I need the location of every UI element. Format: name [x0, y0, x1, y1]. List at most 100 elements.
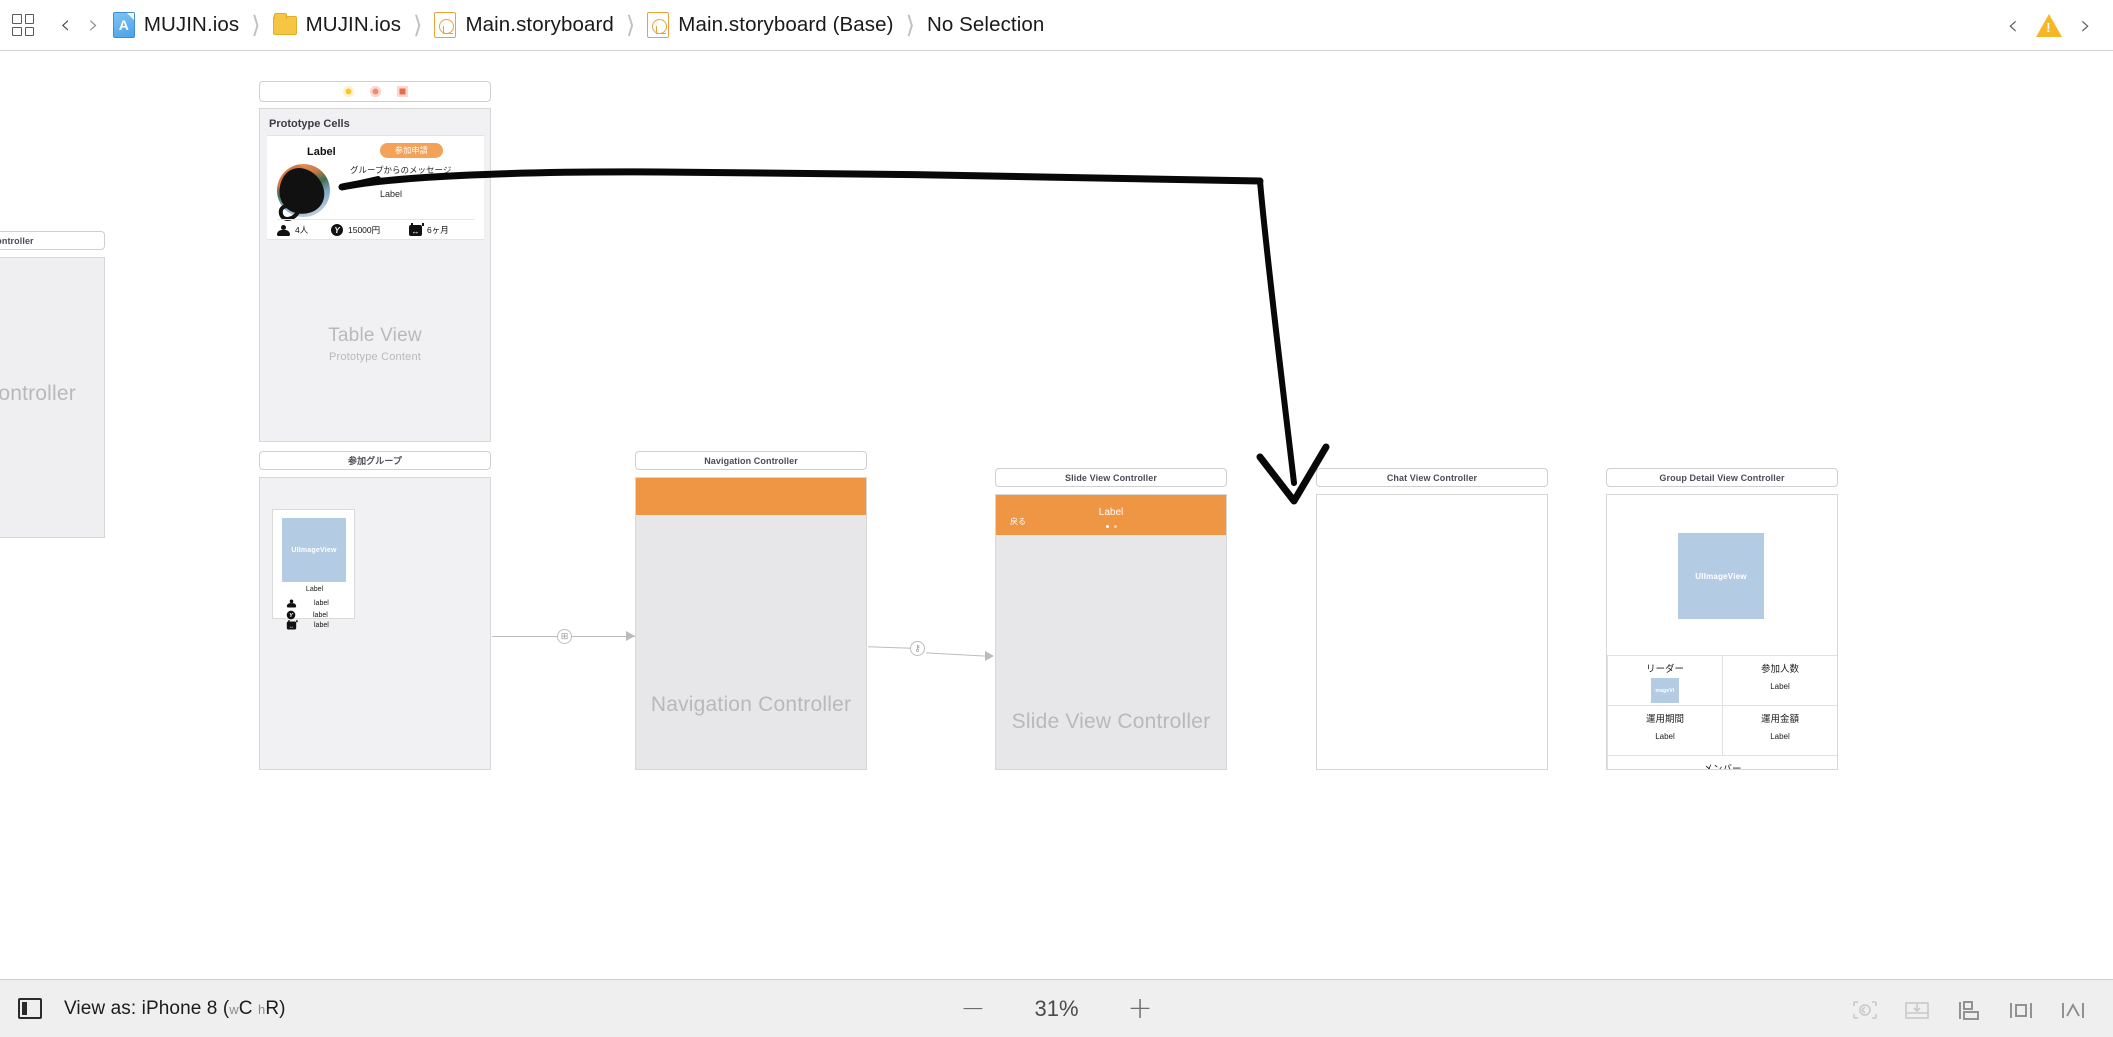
- previous-issue-button[interactable]: ‹: [2007, 12, 2018, 39]
- warning-triangle-icon[interactable]: [2036, 13, 2063, 37]
- navigation-bar: [636, 478, 866, 515]
- scene-prototype-table-view[interactable]: Prototype Cells Label 参加申請 グループからのメッセージ …: [259, 81, 491, 442]
- row-label: label: [314, 622, 329, 629]
- breadcrumb-label: No Selection: [926, 13, 1045, 36]
- people-icon: [286, 599, 297, 608]
- row-label: label: [313, 611, 328, 619]
- prototype-cell[interactable]: Label 参加申請 グループからのメッセージ Label 4人 Y 15000…: [267, 135, 484, 240]
- table-view-ghost-sub: Prototype Content: [328, 351, 422, 363]
- group-message-value: Label: [380, 189, 403, 199]
- detail-head: 参加人数: [1760, 664, 1799, 675]
- scene-body[interactable]: 戻る Label Slide View Controller: [995, 494, 1227, 770]
- duration-icon: [409, 222, 424, 236]
- scene-ghost-label: ew Controller: [0, 382, 76, 405]
- view-controller-dock-icon[interactable]: [342, 86, 354, 97]
- segue-relationship-badge[interactable]: ⚷: [910, 641, 925, 656]
- issue-navigator-controls: ‹ ›: [2007, 12, 2113, 39]
- related-items-icon[interactable]: [12, 14, 34, 36]
- next-issue-button[interactable]: ›: [2080, 12, 2091, 39]
- breadcrumb-item-folder[interactable]: MUJIN.ios: [269, 12, 405, 37]
- segue-show-badge[interactable]: ⊞: [557, 629, 572, 644]
- segue-arrowhead: [985, 651, 994, 661]
- page-control[interactable]: [996, 525, 1226, 528]
- cell-stat-members: 4人: [277, 224, 308, 236]
- scene-body[interactable]: Prototype Cells Label 参加申請 グループからのメッセージ …: [259, 108, 491, 442]
- detail-cell-amount: 運用金額 Label: [1722, 705, 1837, 756]
- scene-body[interactable]: [1316, 494, 1548, 770]
- detail-cell-period: 運用期間 Label: [1607, 705, 1723, 756]
- zoom-in-button[interactable]: +: [1128, 993, 1153, 1024]
- breadcrumb-item-selection[interactable]: No Selection: [923, 13, 1048, 37]
- breadcrumb-separator-icon: ⟩: [413, 11, 423, 39]
- detail-cell-members: メンバー: [1607, 755, 1837, 770]
- scene-chat-view-controller[interactable]: Chat View Controller: [1316, 468, 1548, 770]
- resolve-issues-icon[interactable]: [2059, 999, 2087, 1019]
- scene-title[interactable]: Chat View Controller: [1316, 468, 1548, 487]
- people-icon: [277, 224, 290, 236]
- scene-dock[interactable]: [259, 81, 491, 102]
- breadcrumb-separator-icon: ⟩: [251, 11, 261, 39]
- cell-stat-duration: 6ヶ月: [409, 222, 449, 236]
- embed-in-icon[interactable]: [1903, 999, 1931, 1019]
- scene-body[interactable]: ew Controller: [0, 257, 105, 538]
- exit-dock-icon[interactable]: [396, 86, 408, 97]
- add-constraints-icon[interactable]: [2007, 999, 2035, 1019]
- navigation-bar: 戻る Label: [996, 495, 1226, 535]
- go-forward-button[interactable]: ›: [80, 12, 106, 38]
- scene-body[interactable]: UIImageView リーダー mageVi 参加人数 Label 運用期間 …: [1606, 494, 1838, 770]
- zoom-out-button[interactable]: −: [960, 993, 985, 1024]
- group-cell-row-members: label: [285, 598, 329, 609]
- cell-stat-value: 4人: [295, 225, 309, 235]
- scene-participating-groups[interactable]: 参加グループ UIImageView Label label Y label l…: [259, 451, 491, 770]
- detail-head: 運用金額: [1760, 714, 1799, 725]
- go-back-button[interactable]: ‹: [52, 12, 78, 38]
- xcode-project-icon: [112, 12, 135, 38]
- breadcrumb-label: MUJIN.ios: [143, 13, 240, 36]
- scene-title[interactable]: Group Detail View Controller: [1606, 468, 1838, 487]
- segue-line[interactable]: [926, 652, 986, 657]
- yen-icon: Y: [286, 610, 296, 620]
- zoom-controls: − 31% +: [0, 993, 2113, 1024]
- breadcrumb-item-storyboard[interactable]: Main.storyboard: [430, 12, 617, 38]
- scene-navigation-controller[interactable]: Navigation Controller Navigation Control…: [635, 451, 867, 770]
- folder-icon: [272, 12, 297, 35]
- detail-cell-leader: リーダー mageVi: [1607, 655, 1723, 706]
- join-request-button[interactable]: 参加申請: [380, 143, 443, 158]
- scene-title[interactable]: Navigation Controller: [635, 451, 867, 470]
- jump-bar-left: ‹ › MUJIN.ios ⟩ MUJIN.ios ⟩ Main.storybo…: [0, 12, 2007, 38]
- detail-value: Label: [1770, 682, 1790, 691]
- breadcrumb-label: Main.storyboard: [465, 13, 614, 36]
- detail-head: メンバー: [1703, 764, 1742, 770]
- scene-group-detail-view-controller[interactable]: Group Detail View Controller UIImageView…: [1606, 468, 1838, 770]
- group-cell[interactable]: UIImageView Label label Y label label: [272, 509, 355, 630]
- align-icon[interactable]: [1955, 999, 1983, 1020]
- breadcrumb-label: Main.storyboard (Base): [678, 13, 894, 36]
- scene-title[interactable]: 参加グループ: [259, 451, 491, 470]
- storyboard-icon: [434, 12, 457, 38]
- scene-slide-view-controller[interactable]: Slide View Controller 戻る Label Slide Vie…: [995, 468, 1227, 770]
- canvas-bottom-toolbar: View as: iPhone 8 (wC hR) − 31% +: [0, 979, 2113, 1037]
- scene-body[interactable]: Navigation Controller: [635, 477, 867, 770]
- scene-view-controller-partial[interactable]: View Controller ew Controller: [0, 231, 105, 538]
- uiimageview-placeholder: UIImageView: [1678, 533, 1764, 619]
- yen-icon: Y: [331, 224, 343, 236]
- duration-icon: [286, 620, 298, 630]
- group-message-caption: グループからのメッセージ: [350, 165, 452, 175]
- storyboard-icon: [647, 12, 670, 38]
- row-label: label: [314, 600, 329, 607]
- breadcrumb-separator-icon: ⟩: [905, 11, 915, 39]
- detail-head: 運用期間: [1645, 714, 1684, 725]
- scene-body[interactable]: UIImageView Label label Y label label: [259, 477, 491, 770]
- breadcrumb-item-storyboard-base[interactable]: Main.storyboard (Base): [643, 12, 897, 38]
- prototype-cells-header: Prototype Cells: [269, 118, 350, 130]
- segue-line[interactable]: [867, 646, 913, 649]
- update-frames-icon[interactable]: [1851, 999, 1879, 1019]
- first-responder-dock-icon[interactable]: [369, 86, 381, 97]
- scene-title[interactable]: View Controller: [0, 231, 105, 250]
- storyboard-canvas[interactable]: View Controller ew Controller Prototype …: [0, 51, 2113, 1014]
- page-dot: [1113, 525, 1117, 528]
- page-dot-active: [1105, 525, 1109, 528]
- breadcrumb-item-project[interactable]: MUJIN.ios: [109, 12, 243, 38]
- scene-title[interactable]: Slide View Controller: [995, 468, 1227, 487]
- scene-ghost-label: Navigation Controller: [650, 693, 852, 716]
